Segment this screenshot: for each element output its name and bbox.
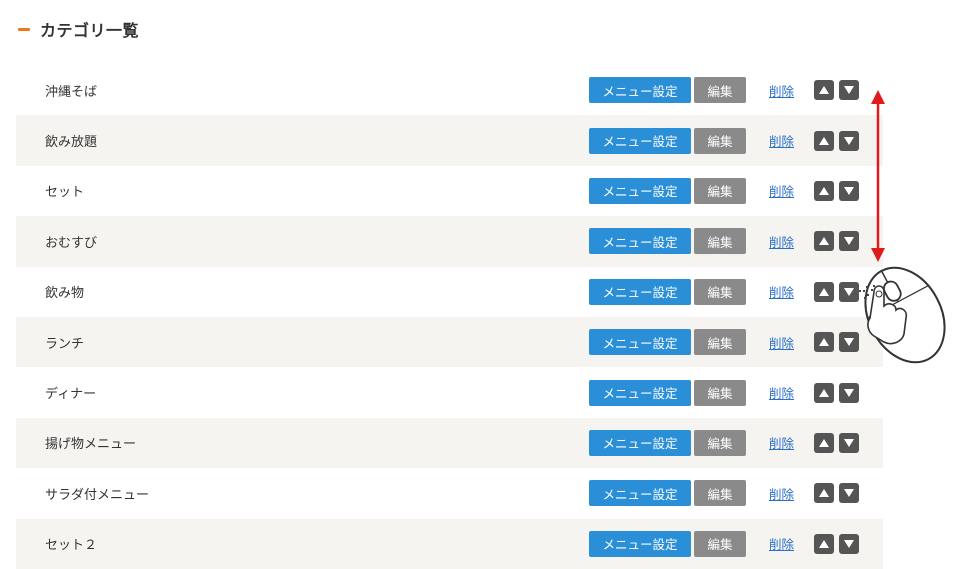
arrow-up-icon[interactable] xyxy=(814,332,834,353)
arrow-up-icon[interactable] xyxy=(814,533,834,554)
delete-link[interactable]: 削除 xyxy=(769,333,794,352)
edit-button[interactable]: 編集 xyxy=(694,278,746,305)
category-row: おむすび メニュー設定 編集 削除 xyxy=(16,216,883,267)
category-row: セット メニュー設定 編集 削除 xyxy=(16,165,883,217)
category-name: おむすび xyxy=(45,235,98,251)
menu-settings-button[interactable]: メニュー設定 xyxy=(589,278,691,305)
delete-link[interactable]: 削除 xyxy=(769,534,794,553)
category-row: 揚げ物メニュー メニュー設定 編集 削除 xyxy=(16,417,883,469)
delete-link[interactable]: 削除 xyxy=(769,433,794,452)
edit-button[interactable]: 編集 xyxy=(694,429,746,456)
arrow-up-icon[interactable] xyxy=(814,180,834,201)
arrow-down-icon[interactable] xyxy=(839,382,859,403)
arrow-down-icon[interactable] xyxy=(839,483,859,504)
arrow-up-icon[interactable] xyxy=(814,483,834,504)
edit-button[interactable]: 編集 xyxy=(694,329,746,356)
menu-settings-button[interactable]: メニュー設定 xyxy=(589,329,691,356)
menu-settings-button[interactable]: メニュー設定 xyxy=(589,127,691,154)
category-name: 沖縄そば xyxy=(45,84,98,100)
arrow-down-icon[interactable] xyxy=(839,80,859,101)
category-row: 沖縄そば メニュー設定 編集 削除 xyxy=(16,65,883,116)
delete-link[interactable]: 削除 xyxy=(769,484,794,503)
arrow-up-icon[interactable] xyxy=(814,281,834,302)
category-row: 飲み放題 メニュー設定 編集 削除 xyxy=(16,115,883,166)
delete-link[interactable]: 削除 xyxy=(769,383,794,402)
section-header: カテゴリ一覧 xyxy=(18,16,139,42)
category-name: 飲み放題 xyxy=(45,135,98,151)
delete-link[interactable]: 削除 xyxy=(769,232,794,251)
category-row: ランチ メニュー設定 編集 削除 xyxy=(16,316,883,368)
menu-settings-button[interactable]: メニュー設定 xyxy=(589,480,691,507)
menu-settings-button[interactable]: メニュー設定 xyxy=(589,177,691,204)
category-row: 飲み物 メニュー設定 編集 削除 xyxy=(16,266,883,317)
edit-button[interactable]: 編集 xyxy=(694,480,746,507)
arrow-up-icon[interactable] xyxy=(814,80,834,101)
category-name: セット２ xyxy=(45,538,98,554)
category-row: ディナー メニュー設定 編集 削除 xyxy=(16,367,883,418)
menu-settings-button[interactable]: メニュー設定 xyxy=(589,429,691,456)
category-row: セット２ メニュー設定 編集 削除 xyxy=(16,518,883,569)
arrow-down-icon[interactable] xyxy=(839,432,859,453)
arrow-down-icon[interactable] xyxy=(839,231,859,252)
category-name: 飲み物 xyxy=(45,286,85,302)
arrow-up-icon[interactable] xyxy=(814,231,834,252)
category-name: ランチ xyxy=(45,336,85,352)
edit-button[interactable]: 編集 xyxy=(694,228,746,255)
arrow-down-icon[interactable] xyxy=(839,180,859,201)
delete-link[interactable]: 削除 xyxy=(769,282,794,301)
delete-link[interactable]: 削除 xyxy=(769,81,794,100)
menu-settings-button[interactable]: メニュー設定 xyxy=(589,77,691,104)
category-name: ディナー xyxy=(45,387,97,403)
category-name: 揚げ物メニュー xyxy=(45,437,137,453)
arrow-up-icon[interactable] xyxy=(814,130,834,151)
menu-settings-button[interactable]: メニュー設定 xyxy=(589,228,691,255)
delete-link[interactable]: 削除 xyxy=(769,131,794,150)
category-name: サラダ付メニュー xyxy=(45,487,150,503)
arrow-up-icon[interactable] xyxy=(814,432,834,453)
edit-button[interactable]: 編集 xyxy=(694,177,746,204)
arrow-up-icon[interactable] xyxy=(814,382,834,403)
menu-settings-button[interactable]: メニュー設定 xyxy=(589,530,691,557)
category-name: セット xyxy=(45,185,85,201)
edit-button[interactable]: 編集 xyxy=(694,127,746,154)
arrow-down-icon[interactable] xyxy=(839,533,859,554)
dash-icon xyxy=(18,27,30,31)
edit-button[interactable]: 編集 xyxy=(694,77,746,104)
edit-button[interactable]: 編集 xyxy=(694,379,746,406)
arrow-down-icon[interactable] xyxy=(839,281,859,302)
arrow-down-icon[interactable] xyxy=(839,332,859,353)
category-list: 沖縄そば メニュー設定 編集 削除 飲み放題 メニュー設定 編集 削除 セット … xyxy=(16,65,883,569)
delete-link[interactable]: 削除 xyxy=(769,181,794,200)
menu-settings-button[interactable]: メニュー設定 xyxy=(589,379,691,406)
arrow-down-icon[interactable] xyxy=(839,130,859,151)
category-row: サラダ付メニュー メニュー設定 編集 削除 xyxy=(16,468,883,519)
page-title: カテゴリ一覧 xyxy=(40,21,140,40)
edit-button[interactable]: 編集 xyxy=(694,530,746,557)
